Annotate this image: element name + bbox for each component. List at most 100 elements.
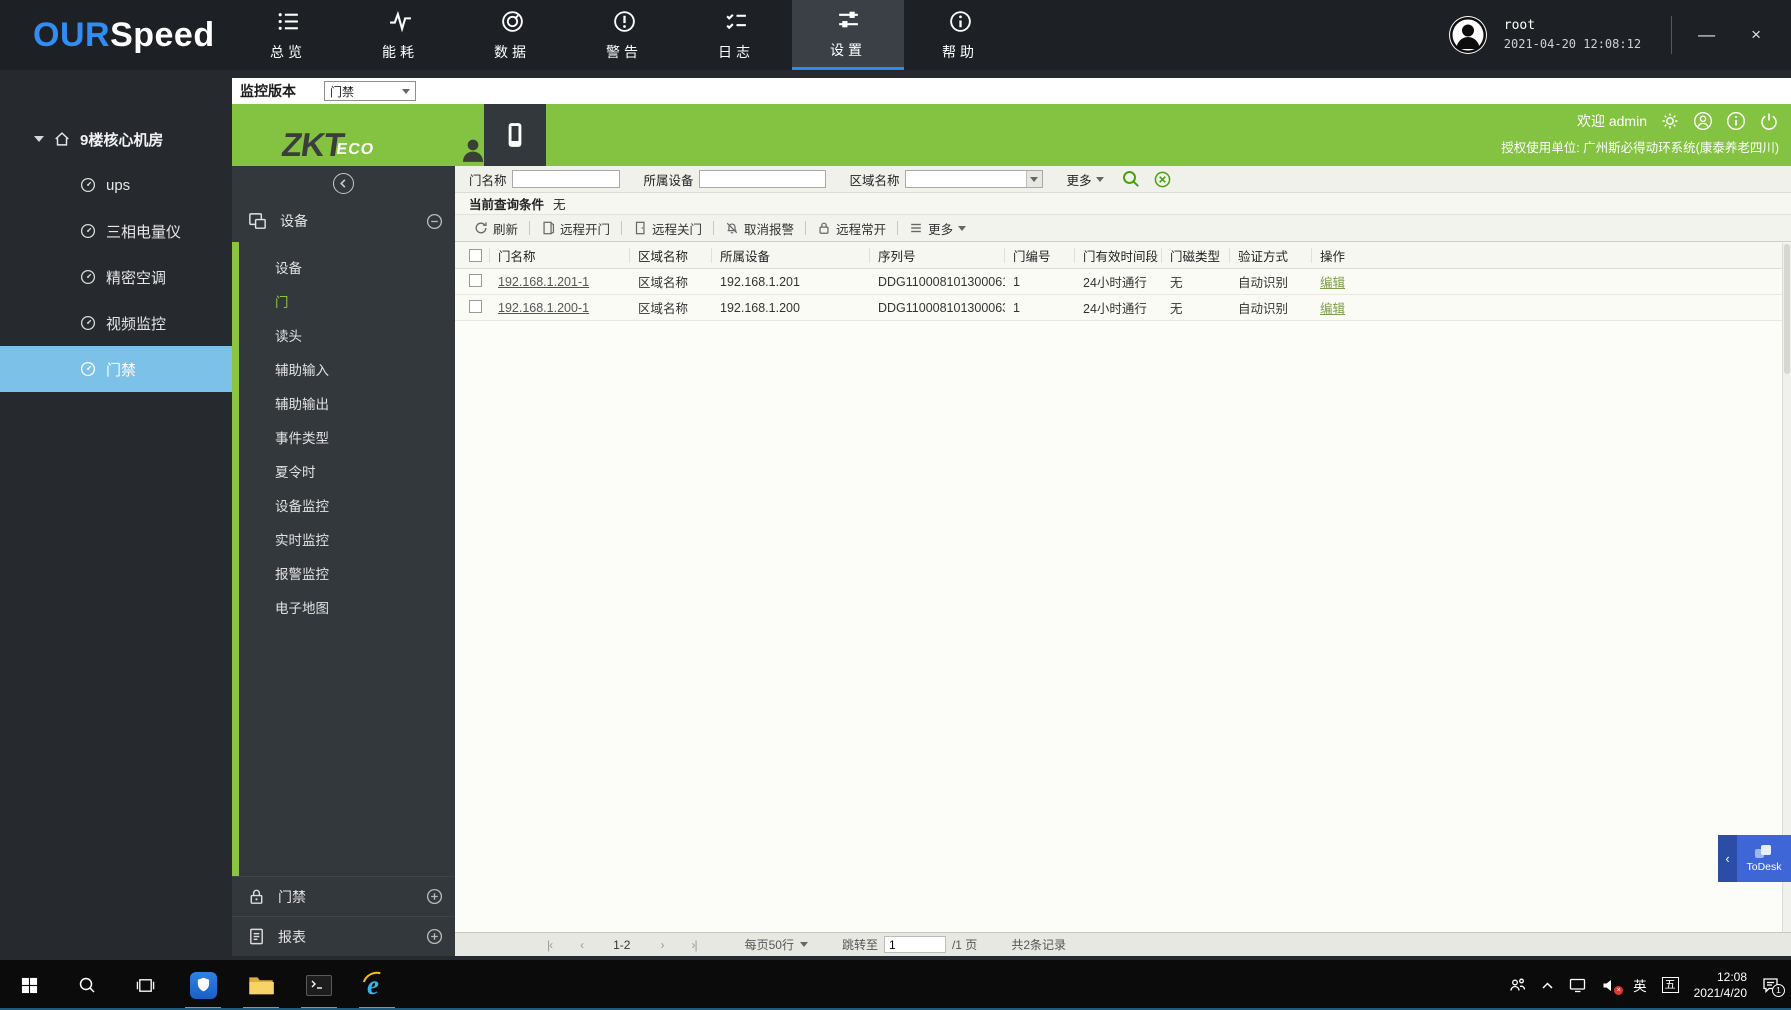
door-name-link[interactable]: 192.168.1.201-1: [498, 275, 589, 289]
network-display-icon[interactable]: [1569, 977, 1587, 993]
submenu-item-emap[interactable]: 电子地图: [239, 590, 455, 624]
nav-tab-energy[interactable]: 能耗: [344, 0, 456, 70]
tree-item-access-control[interactable]: 门禁: [0, 346, 232, 392]
menu-section-device[interactable]: 设备: [232, 200, 455, 242]
nav-tab-logs[interactable]: 日志: [680, 0, 792, 70]
submenu-item-aux-input[interactable]: 辅助输入: [239, 352, 455, 386]
prev-page-button[interactable]: ‹: [566, 938, 597, 952]
collapse-menu-icon[interactable]: [333, 173, 354, 194]
start-button[interactable]: [0, 960, 58, 1010]
clear-search-icon[interactable]: [1154, 171, 1171, 188]
per-page-select[interactable]: 每页50行: [745, 936, 808, 953]
chevron-down-icon: [958, 226, 966, 231]
submenu-item-aux-output[interactable]: 辅助输出: [239, 386, 455, 420]
last-page-button[interactable]: ›|: [677, 938, 710, 952]
owner-device-label: 所属设备: [644, 170, 694, 189]
remote-close-button[interactable]: 远程关门: [622, 219, 713, 238]
tree-root-label: 9楼核心机房: [80, 129, 163, 150]
taskbar-search-button[interactable]: [58, 960, 116, 1010]
cancel-alarm-button[interactable]: 取消报警: [714, 219, 805, 238]
ime-language-indicator[interactable]: 英: [1633, 975, 1647, 995]
monitor-version-value: 门禁: [330, 83, 354, 100]
account-icon[interactable]: [1693, 111, 1713, 131]
monitor-version-label: 监控版本: [240, 81, 296, 101]
edit-link[interactable]: 编辑: [1320, 302, 1345, 316]
meter-icon: [80, 269, 96, 285]
power-icon[interactable]: [1759, 111, 1779, 131]
tree-item-video-monitor[interactable]: 视频监控: [0, 300, 232, 346]
tree-item-ups[interactable]: ups: [0, 162, 232, 208]
door-name-link[interactable]: 192.168.1.200-1: [498, 301, 589, 315]
vertical-scrollbar[interactable]: [1782, 243, 1791, 932]
tray-expand-icon[interactable]: [1541, 981, 1554, 990]
door-name-input[interactable]: [512, 170, 620, 188]
minus-circle-icon[interactable]: [426, 213, 443, 230]
todesk-button[interactable]: ToDesk: [1737, 835, 1791, 882]
remote-normally-open-button[interactable]: 远程常开: [806, 219, 897, 238]
submenu-item-alarm-monitor[interactable]: 报警监控: [239, 556, 455, 590]
internet-explorer-button[interactable]: e: [348, 960, 406, 1010]
notification-center-icon[interactable]: 1: [1762, 977, 1779, 993]
tree-item-label: 三相电量仪: [106, 221, 181, 242]
refresh-button[interactable]: 刷新: [463, 219, 529, 238]
submenu-item-event-type[interactable]: 事件类型: [239, 420, 455, 454]
submenu-item-device-monitor[interactable]: 设备监控: [239, 488, 455, 522]
command-prompt-button[interactable]: [290, 960, 348, 1010]
about-icon[interactable]: [1726, 111, 1746, 131]
ime-mode-indicator[interactable]: 五: [1662, 977, 1679, 993]
file-explorer-button[interactable]: [232, 960, 290, 1010]
nav-tab-overview[interactable]: 总览: [232, 0, 344, 70]
cell-serial: DDG1100081013000634: [870, 301, 1005, 315]
jump-to-label: 跳转至: [842, 936, 878, 953]
meter-icon: [80, 315, 96, 331]
edit-link[interactable]: 编辑: [1320, 276, 1345, 290]
search-icon[interactable]: [1122, 170, 1140, 188]
tree-item-precision-ac[interactable]: 精密空调: [0, 254, 232, 300]
plus-circle-icon[interactable]: [426, 888, 443, 905]
menu-section-report[interactable]: 报表: [232, 916, 455, 956]
page-input[interactable]: [884, 936, 946, 953]
nav-tab-help[interactable]: 帮助: [904, 0, 1016, 70]
tree-item-power-meter[interactable]: 三相电量仪: [0, 208, 232, 254]
scrollbar-thumb[interactable]: [1784, 244, 1790, 374]
submenu-item-device[interactable]: 设备: [239, 250, 455, 284]
info-circle-icon: [948, 9, 973, 34]
nav-tab-alerts[interactable]: 警告: [568, 0, 680, 70]
cell-serial: DDG1100081013000619: [870, 275, 1005, 289]
minimize-button[interactable]: —: [1688, 21, 1725, 49]
total-pages: /1 页: [952, 936, 977, 953]
first-page-button[interactable]: |‹: [533, 938, 566, 952]
row-checkbox[interactable]: [469, 300, 482, 313]
submenu-item-reader[interactable]: 读头: [239, 318, 455, 352]
submenu-item-daylight-saving[interactable]: 夏令时: [239, 454, 455, 488]
remote-open-button[interactable]: 远程开门: [530, 219, 621, 238]
tree-root-machine-room[interactable]: 9楼核心机房: [0, 116, 232, 162]
owner-device-input[interactable]: [699, 170, 826, 188]
submenu-item-door[interactable]: 门: [239, 284, 455, 318]
security-app-button[interactable]: [174, 960, 232, 1010]
todesk-collapse-button[interactable]: ‹: [1718, 835, 1737, 882]
toolbar-more-button[interactable]: 更多: [898, 219, 977, 238]
more-filters-link[interactable]: 更多: [1067, 170, 1104, 189]
taskbar-clock[interactable]: 12:08 2021/4/20: [1694, 969, 1747, 1001]
area-name-select[interactable]: [905, 170, 1043, 188]
gear-icon[interactable]: [1660, 111, 1680, 131]
monitor-version-select[interactable]: 门禁: [324, 81, 416, 101]
task-view-button[interactable]: [116, 960, 174, 1010]
nav-tab-data[interactable]: 数据: [456, 0, 568, 70]
volume-muted-icon[interactable]: ×: [1602, 978, 1618, 993]
select-all-checkbox[interactable]: [469, 249, 482, 262]
menu-section-access[interactable]: 门禁: [232, 876, 455, 916]
row-checkbox[interactable]: [469, 274, 482, 287]
nav-tab-settings[interactable]: 设置: [792, 0, 904, 70]
plus-circle-icon[interactable]: [426, 928, 443, 945]
people-icon[interactable]: [1509, 977, 1526, 993]
next-page-button[interactable]: ›: [646, 938, 677, 952]
terminal-icon: [306, 975, 332, 996]
toolbar-label: 远程开门: [560, 219, 610, 238]
close-button[interactable]: ×: [1741, 21, 1771, 49]
user-avatar[interactable]: [1448, 15, 1488, 55]
submenu-item-realtime-monitor[interactable]: 实时监控: [239, 522, 455, 556]
access-module-tab[interactable]: [484, 104, 546, 166]
col-verify-mode: 验证方式: [1230, 248, 1312, 263]
